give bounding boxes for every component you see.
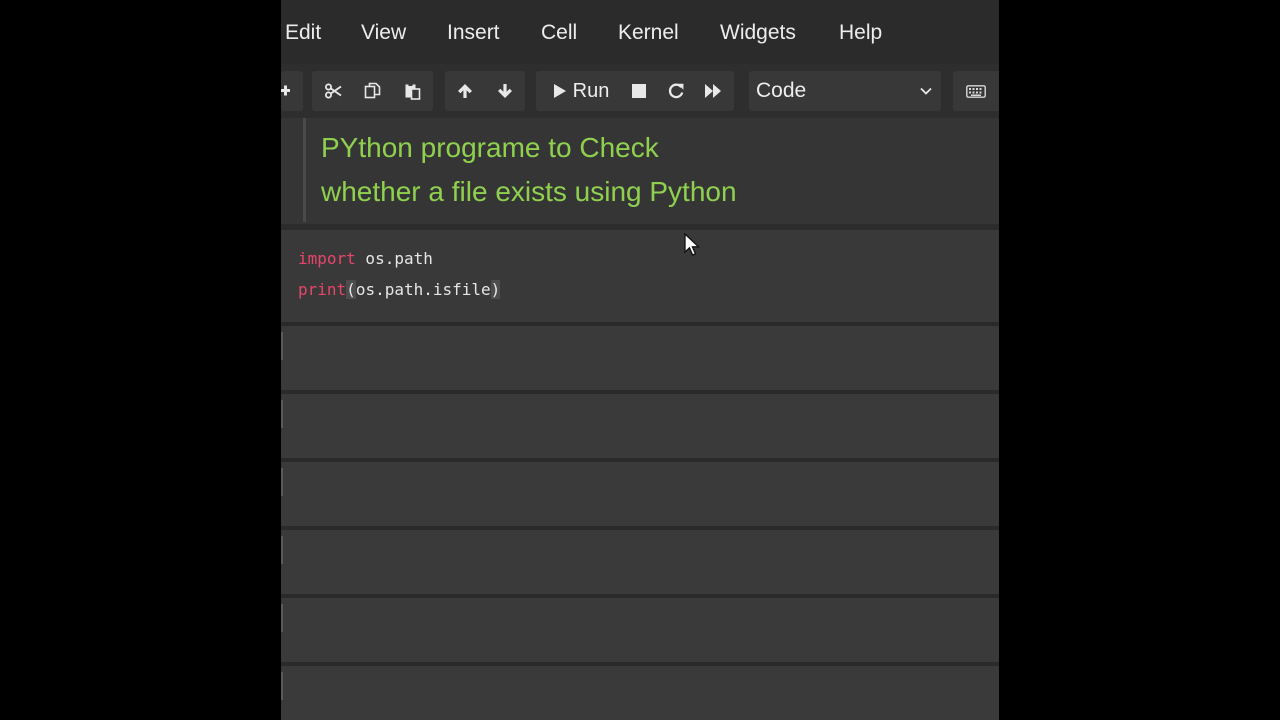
empty-cell[interactable] bbox=[281, 322, 999, 390]
stop-button[interactable] bbox=[624, 71, 654, 111]
menu-widgets[interactable]: Widgets bbox=[720, 20, 796, 46]
move-up-button[interactable] bbox=[450, 71, 480, 111]
markdown-heading: PYthon programe to Check whether a file … bbox=[321, 126, 981, 214]
code-module-name: os.path bbox=[355, 249, 433, 268]
menu-view[interactable]: View bbox=[361, 20, 406, 46]
code-line-2: print(os.path.isfile) bbox=[298, 279, 501, 301]
run-button[interactable]: Run bbox=[542, 71, 620, 111]
notebook-window: Edit View Insert Cell Kernel Widgets Hel… bbox=[281, 0, 999, 720]
code-open-paren: ( bbox=[346, 280, 356, 299]
copy-icon bbox=[364, 82, 381, 99]
mouse-pointer-icon bbox=[684, 233, 700, 256]
toolbar: Run Code bbox=[281, 64, 999, 118]
cut-button[interactable] bbox=[318, 71, 348, 111]
cell-gutter bbox=[281, 400, 283, 428]
add-cell-button[interactable] bbox=[281, 71, 293, 111]
empty-cell[interactable] bbox=[281, 594, 999, 662]
code-keyword-import: import bbox=[298, 249, 356, 268]
run-icon bbox=[553, 84, 566, 98]
menu-insert[interactable]: Insert bbox=[447, 20, 500, 46]
code-function-print: print bbox=[298, 280, 347, 299]
stop-icon bbox=[632, 84, 646, 98]
keyboard-shortcuts-button[interactable] bbox=[953, 71, 999, 111]
menu-bar: Edit View Insert Cell Kernel Widgets Hel… bbox=[281, 0, 999, 64]
move-down-button[interactable] bbox=[490, 71, 520, 111]
fast-forward-button[interactable] bbox=[698, 71, 728, 111]
toolbar-group-run: Run bbox=[536, 71, 734, 111]
cell-gutter bbox=[281, 604, 283, 632]
code-argument: os.path.isfile bbox=[355, 280, 491, 299]
empty-cell[interactable] bbox=[281, 662, 999, 720]
code-cell[interactable]: import os.path print(os.path.isfile) bbox=[281, 230, 999, 322]
add-cell-icon bbox=[281, 85, 290, 96]
markdown-heading-line-2: whether a file exists using Python bbox=[321, 176, 737, 207]
copy-button[interactable] bbox=[358, 71, 388, 111]
toolbar-group-clipboard bbox=[312, 71, 433, 111]
code-line-1: import os.path bbox=[298, 248, 433, 270]
markdown-cell[interactable]: PYthon programe to Check whether a file … bbox=[281, 118, 999, 224]
fast-forward-icon bbox=[705, 84, 721, 98]
keyboard-icon bbox=[966, 84, 986, 98]
cell-type-value: Code bbox=[756, 79, 807, 102]
restart-icon bbox=[668, 83, 684, 99]
cell-gutter bbox=[281, 332, 283, 360]
empty-cell[interactable] bbox=[281, 526, 999, 594]
restart-button[interactable] bbox=[661, 71, 691, 111]
cut-icon bbox=[325, 83, 342, 99]
cell-gutter bbox=[281, 536, 283, 564]
move-down-icon bbox=[498, 84, 512, 98]
toolbar-group-insert bbox=[281, 71, 303, 111]
markdown-heading-line-1: PYthon programe to Check bbox=[321, 132, 659, 163]
empty-cell[interactable] bbox=[281, 390, 999, 458]
move-up-icon bbox=[458, 84, 472, 98]
cell-type-select[interactable]: Code bbox=[749, 71, 941, 111]
cell-gutter bbox=[281, 672, 283, 700]
toolbar-group-move bbox=[445, 71, 525, 111]
cell-selection-bar bbox=[303, 118, 306, 222]
menu-help[interactable]: Help bbox=[839, 20, 882, 46]
menu-cell[interactable]: Cell bbox=[541, 20, 577, 46]
code-close-paren: ) bbox=[490, 280, 501, 299]
chevron-down-icon bbox=[920, 87, 932, 95]
cell-gutter bbox=[281, 468, 283, 496]
paste-icon bbox=[405, 83, 421, 100]
empty-cell[interactable] bbox=[281, 458, 999, 526]
menu-edit[interactable]: Edit bbox=[285, 20, 321, 46]
menu-kernel[interactable]: Kernel bbox=[618, 20, 679, 46]
run-button-label: Run bbox=[572, 79, 610, 102]
paste-button[interactable] bbox=[398, 71, 428, 111]
